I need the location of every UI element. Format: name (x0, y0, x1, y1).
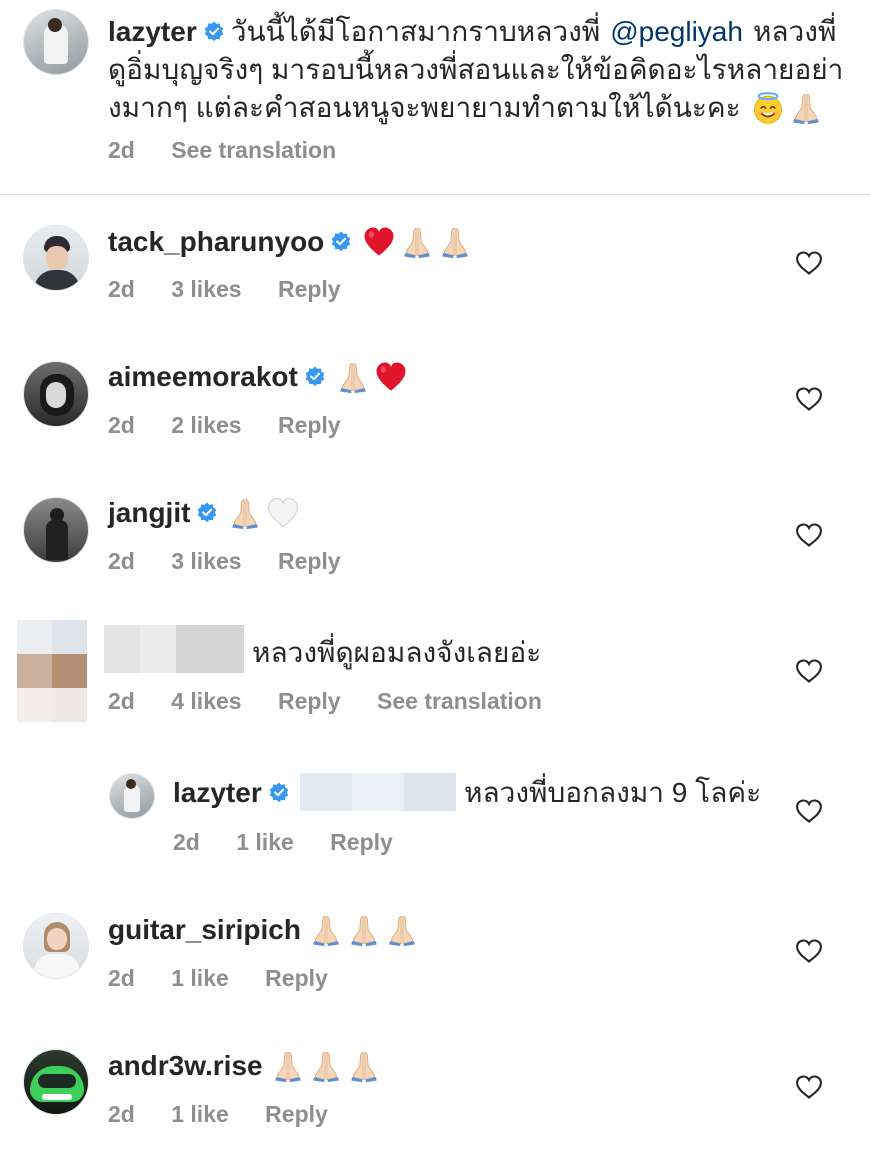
see-translation-link[interactable]: See translation (377, 688, 542, 714)
avatar[interactable] (23, 913, 89, 979)
folded-hands-icon (228, 496, 262, 530)
timestamp: 2d (108, 548, 135, 574)
likes-count[interactable]: 4 likes (171, 688, 241, 714)
comment-text: หลวงพี่ดูผอมลงจังเลยอ่ะ (252, 637, 542, 668)
comment-username[interactable]: tack_pharunyoo (108, 226, 324, 258)
reply-button[interactable]: Reply (278, 688, 341, 714)
heart-outline-icon[interactable] (795, 658, 823, 684)
reply-button[interactable]: Reply (330, 829, 393, 855)
folded-hands-icon (438, 225, 472, 259)
see-translation-link[interactable]: See translation (171, 137, 336, 163)
verified-badge-icon (330, 231, 352, 253)
avatar[interactable] (17, 620, 87, 724)
red-heart-icon (362, 225, 396, 259)
likes-count[interactable]: 1 like (171, 965, 229, 991)
likes-count[interactable]: 2 likes (171, 412, 241, 438)
mention-link[interactable]: @pegliyah (610, 16, 743, 48)
folded-hands-icon (789, 91, 823, 125)
heart-outline-icon[interactable] (795, 1074, 823, 1100)
folded-hands-icon (271, 1049, 305, 1083)
likes-count[interactable]: 1 like (171, 1101, 229, 1127)
heart-outline-icon[interactable] (795, 798, 823, 824)
timestamp: 2d (108, 688, 135, 714)
reply-text: หลวงพี่บอกลงมา 9 โลค่ะ (464, 777, 762, 808)
folded-hands-icon (400, 225, 434, 259)
reply-button[interactable]: Reply (265, 1101, 328, 1127)
folded-hands-icon (347, 913, 381, 947)
avatar[interactable] (23, 361, 89, 427)
verified-badge-icon (203, 21, 225, 43)
reply-line: lazyter (173, 773, 296, 813)
comment-meta: 2d 2 likes Reply (108, 412, 371, 439)
comment-line: หลวงพี่ดูผอมลงจังเลยอ่ะ (252, 633, 541, 673)
comment-meta: 2d 3 likes Reply (108, 276, 371, 303)
timestamp: 2d (173, 829, 200, 855)
caption-text: งมากๆ แต่ละคำสอนหนูจะพยายามทำตามให้ได้นะ… (108, 92, 741, 123)
timestamp: 2d (108, 137, 135, 163)
likes-count[interactable]: 3 likes (171, 276, 241, 302)
heart-outline-icon[interactable] (795, 250, 823, 276)
caption-username[interactable]: lazyter (108, 16, 197, 48)
reply-button[interactable]: Reply (265, 965, 328, 991)
heart-outline-icon[interactable] (795, 938, 823, 964)
white-heart-icon (266, 496, 300, 530)
reply-text-line: หลวงพี่บอกลงมา 9 โลค่ะ (464, 773, 761, 813)
redacted-username (104, 625, 244, 673)
timestamp: 2d (108, 276, 135, 302)
comment-username[interactable]: aimeemorakot (108, 361, 298, 393)
reply-button[interactable]: Reply (278, 276, 341, 302)
comment-line: guitar_siripich (108, 910, 419, 950)
folded-hands-icon (336, 360, 370, 394)
avatar[interactable] (109, 773, 155, 819)
comment-username[interactable]: guitar_siripich (108, 914, 301, 946)
comment-line: tack_pharunyoo (108, 222, 472, 262)
verified-badge-icon (304, 366, 326, 388)
reply-button[interactable]: Reply (278, 412, 341, 438)
comment-username[interactable]: andr3w.rise (108, 1050, 263, 1082)
comment-meta: 2d 3 likes Reply (108, 548, 371, 575)
folded-hands-icon (385, 913, 419, 947)
avatar[interactable] (23, 497, 89, 563)
caption-meta: 2d See translation (108, 137, 366, 164)
comment-meta: 2d 1 like Reply (108, 965, 358, 992)
caption-line-2: ดูอิ่มบุญจริงๆ มารอบนี้หลวงพี่สอนและให้ข… (108, 50, 843, 90)
caption-line-3: งมากๆ แต่ละคำสอนหนูจะพยายามทำตามให้ได้นะ… (108, 88, 823, 128)
red-heart-icon (374, 360, 408, 394)
timestamp: 2d (108, 1101, 135, 1127)
folded-hands-icon (347, 1049, 381, 1083)
avatar[interactable] (23, 9, 89, 75)
reply-button[interactable]: Reply (278, 548, 341, 574)
comment-meta: 2d 1 like Reply (108, 1101, 358, 1128)
reply-meta: 2d 1 like Reply (173, 829, 423, 856)
caption-line-1: lazyter วันนี้ได้มีโอกาสมากราบหลวงพี่ @p… (108, 12, 836, 52)
comment-line: andr3w.rise (108, 1046, 381, 1086)
verified-badge-icon (196, 502, 218, 524)
smiling-face-with-halo-icon (751, 91, 785, 125)
timestamp: 2d (108, 412, 135, 438)
likes-count[interactable]: 3 likes (171, 548, 241, 574)
folded-hands-icon (309, 913, 343, 947)
avatar[interactable] (23, 1049, 89, 1115)
divider (0, 194, 870, 195)
redacted-mention (300, 773, 456, 811)
comment-meta: 2d 4 likes Reply See translation (108, 688, 572, 715)
heart-outline-icon[interactable] (795, 386, 823, 412)
comment-line: jangjit (108, 493, 300, 533)
comment-username[interactable]: jangjit (108, 497, 190, 529)
comment-line: aimeemorakot (108, 357, 408, 397)
verified-badge-icon (268, 782, 290, 804)
avatar[interactable] (23, 225, 89, 291)
timestamp: 2d (108, 965, 135, 991)
heart-outline-icon[interactable] (795, 522, 823, 548)
likes-count[interactable]: 1 like (236, 829, 294, 855)
folded-hands-icon (309, 1049, 343, 1083)
reply-username[interactable]: lazyter (173, 777, 262, 809)
